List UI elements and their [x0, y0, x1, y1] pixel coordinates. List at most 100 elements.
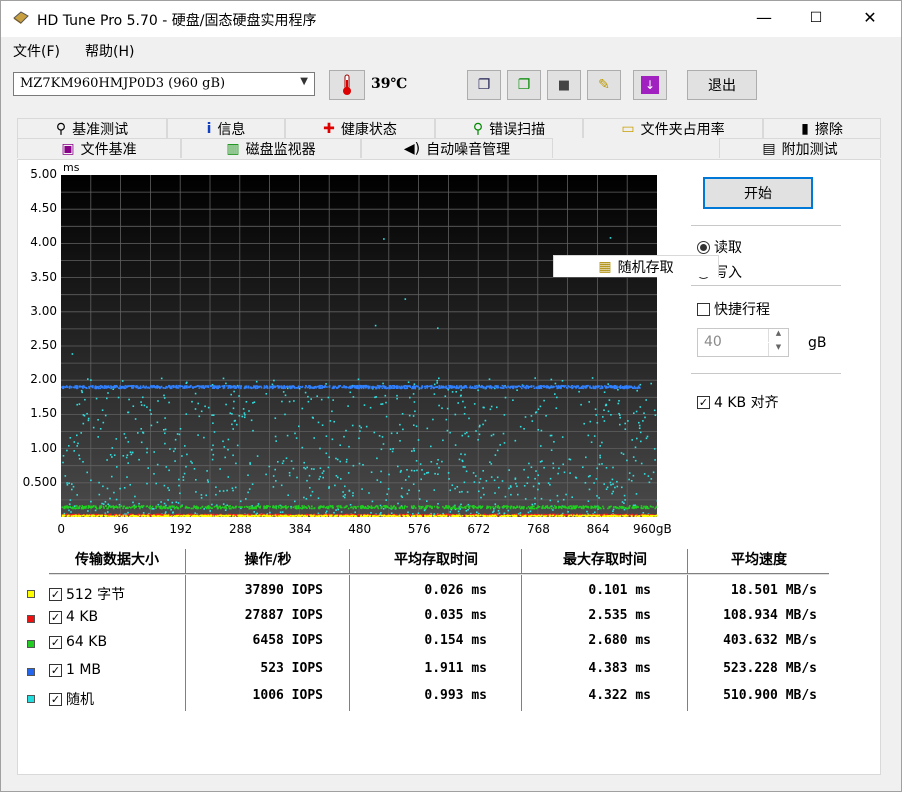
data-point — [233, 400, 235, 403]
data-point — [69, 437, 72, 439]
data-point — [417, 439, 420, 441]
data-point — [118, 503, 121, 506]
data-point — [105, 505, 107, 507]
data-point — [434, 472, 436, 475]
data-point — [494, 492, 496, 494]
data-point — [424, 515, 426, 517]
data-point — [298, 386, 301, 388]
tab-random-access[interactable]: ▦ 随机存取 — [553, 255, 719, 277]
copy-text-button[interactable]: ❐ — [467, 70, 501, 100]
data-point — [429, 515, 432, 517]
data-point — [424, 507, 426, 509]
data-point — [337, 476, 339, 479]
save-button[interactable]: ↓ — [633, 70, 667, 100]
data-point — [518, 505, 521, 508]
y-tick-label: 4.00 — [30, 235, 57, 250]
spin-down-icon[interactable]: ▼ — [768, 343, 788, 356]
data-point — [442, 506, 444, 508]
data-point — [587, 500, 590, 502]
data-point — [393, 514, 395, 517]
tab-erase[interactable]: ▮ 擦除 — [763, 118, 881, 138]
data-point — [590, 507, 592, 509]
data-point — [461, 387, 464, 389]
data-point — [379, 481, 382, 483]
data-point — [87, 507, 89, 509]
series-checkbox[interactable]: ✓ 4 KB — [49, 609, 98, 625]
tab-label: 自动噪音管理 — [426, 141, 511, 158]
menu-help[interactable]: 帮助(H) — [85, 41, 134, 61]
tab-aam[interactable]: ◀) 自动噪音管理 — [361, 138, 553, 158]
tab-health[interactable]: ✚ 健康状态 — [285, 118, 435, 138]
data-point — [287, 494, 289, 496]
data-point — [422, 505, 424, 508]
quick-stroke-checkbox[interactable]: 快捷行程 — [697, 299, 770, 319]
tab-error-scan[interactable]: ⚲ 错误扫描 — [435, 118, 583, 138]
data-point — [186, 385, 188, 387]
temperature-button[interactable] — [329, 70, 365, 100]
data-point — [439, 514, 442, 517]
data-point — [352, 507, 355, 510]
menu-file[interactable]: 文件(F) — [13, 41, 60, 61]
data-point — [522, 507, 525, 510]
exit-button[interactable]: 退出 — [687, 70, 757, 100]
data-point — [299, 515, 301, 517]
data-point — [625, 385, 628, 387]
data-point — [71, 488, 73, 491]
data-point — [472, 514, 475, 517]
minimize-button[interactable]: — — [741, 1, 787, 37]
data-point — [66, 484, 69, 486]
data-point — [329, 420, 332, 422]
data-point — [354, 385, 357, 388]
trash-icon: ▮ — [801, 120, 809, 137]
data-point — [536, 506, 539, 509]
data-point — [534, 477, 536, 480]
data-point — [277, 461, 279, 463]
data-point — [220, 507, 222, 510]
tab-info[interactable]: i 信息 — [167, 118, 285, 138]
data-point — [263, 385, 266, 387]
data-point — [175, 384, 178, 387]
data-point — [296, 476, 298, 479]
data-point — [79, 515, 82, 517]
data-point — [218, 514, 221, 517]
tab-folder-usage[interactable]: ▭ 文件夹占用率 — [583, 118, 763, 138]
close-button[interactable]: ✕ — [847, 1, 893, 37]
data-point — [295, 437, 298, 439]
read-radio[interactable]: 读取 — [697, 237, 742, 257]
data-point — [641, 507, 643, 510]
tab-extra-tests[interactable]: ▤ 附加测试 — [719, 138, 881, 158]
start-button[interactable]: 开始 — [703, 177, 813, 209]
data-point — [336, 387, 338, 389]
data-point — [312, 514, 314, 517]
data-point — [631, 507, 634, 509]
data-point — [147, 467, 149, 469]
quick-stroke-input[interactable]: 40 ▲ ▼ — [697, 328, 789, 357]
data-point — [360, 426, 362, 429]
data-point — [553, 441, 555, 443]
data-point — [449, 431, 451, 434]
tab-benchmark[interactable]: ⚲ 基准测试 — [17, 118, 167, 138]
options-button[interactable]: ✎ — [587, 70, 621, 100]
series-checkbox[interactable]: ✓ 512 字节 — [49, 584, 125, 604]
series-checkbox[interactable]: ✓ 64 KB — [49, 634, 107, 650]
align-4kb-checkbox[interactable]: ✓ 4 KB 对齐 — [697, 392, 779, 412]
tab-disk-monitor[interactable]: ▥ 磁盘监视器 — [181, 138, 361, 158]
data-point — [179, 506, 182, 508]
data-point — [623, 387, 626, 389]
data-point — [390, 512, 393, 514]
data-point — [530, 385, 532, 388]
spin-up-icon[interactable]: ▲ — [768, 329, 788, 342]
data-point — [414, 410, 416, 413]
copy-image-button[interactable]: ❐ — [507, 70, 541, 100]
data-point — [623, 494, 626, 497]
tab-file-benchmark[interactable]: ▣ 文件基准 — [17, 138, 181, 158]
data-point — [640, 462, 643, 465]
maximize-button[interactable]: ☐ — [793, 1, 839, 37]
data-point — [321, 424, 324, 426]
data-point — [366, 507, 368, 510]
screenshot-button[interactable]: ■ — [547, 70, 581, 100]
data-point — [383, 386, 385, 388]
series-checkbox[interactable]: ✓ 随机 — [49, 689, 94, 709]
drive-select[interactable]: MZ7KM960HMJP0D3 (960 gB) ▼ — [13, 72, 315, 96]
series-checkbox[interactable]: ✓ 1 MB — [49, 662, 101, 678]
